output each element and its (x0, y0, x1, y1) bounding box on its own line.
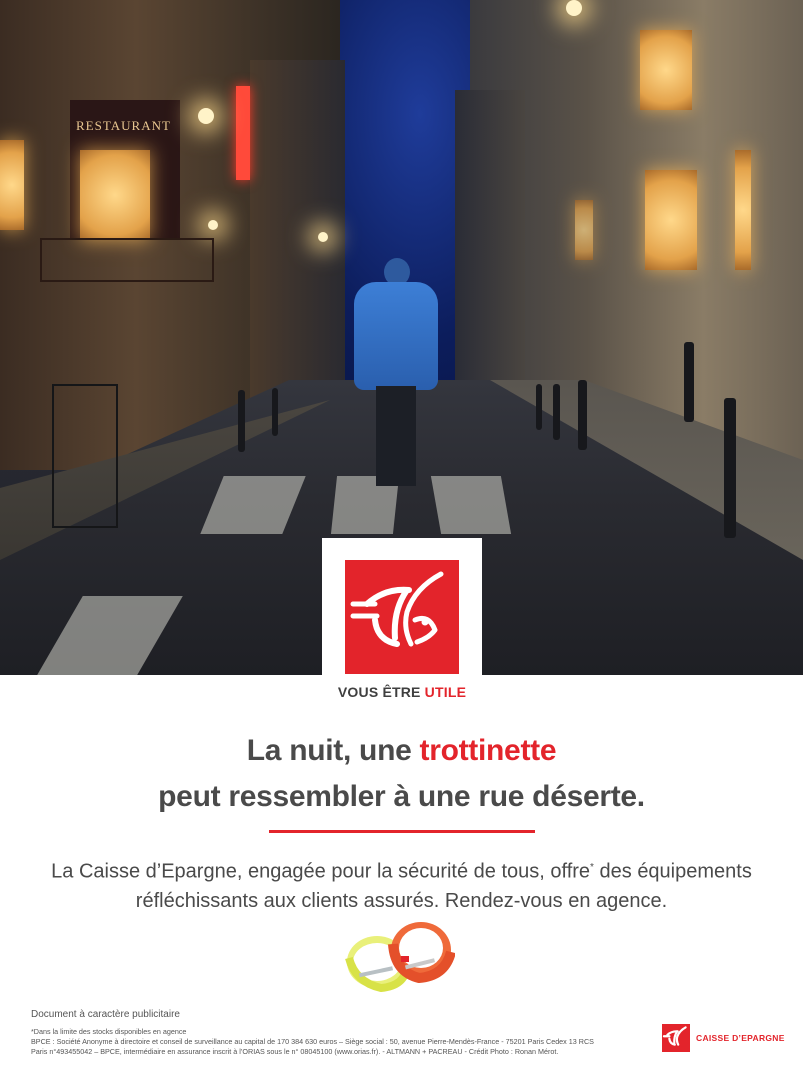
scooter-rider (352, 258, 438, 498)
document-note: Document à caractère publicitaire (31, 1009, 180, 1020)
body-line-1-part-1: La Caisse d’Epargne, engagée pour la séc… (51, 860, 591, 883)
body-line-2: réfléchissants aux clients assurés. Rend… (135, 889, 668, 912)
lit-window (735, 150, 751, 270)
lit-window (575, 200, 593, 260)
brand-tagline: VOUS ÊTRE UTILE (322, 684, 482, 700)
bollard (536, 384, 542, 430)
restaurant-window (0, 140, 24, 230)
headline-line-1-prefix: La nuit, une (246, 734, 420, 767)
tagline-prefix: VOUS ÊTRE (337, 684, 425, 700)
crosswalk-stripe (430, 476, 512, 534)
restaurant-sign: RESTAURANT (76, 118, 171, 133)
railing (52, 384, 118, 528)
headline-accent-word: trottinette (419, 734, 557, 767)
bollard (238, 390, 245, 452)
bollard (578, 380, 587, 450)
brand-signature: CAISSE D’EPARGNE (662, 1024, 790, 1054)
street-lamp (198, 108, 214, 124)
rider-jacket (354, 282, 438, 390)
reflective-armbands-image (345, 918, 456, 1000)
left-building-far (250, 60, 345, 420)
body-text: La Caisse d’Epargne, engagée pour la séc… (20, 853, 783, 916)
street-lamp (208, 220, 218, 230)
tagline-accent: UTILE (424, 684, 467, 700)
bollard (684, 342, 694, 422)
bollard (272, 388, 278, 436)
legal-line: *Dans la limite des stocks disponibles e… (31, 1027, 187, 1036)
squirrel-logo-icon (662, 1024, 690, 1052)
brand-name: CAISSE D’EPARGNE (696, 1033, 785, 1043)
legal-line: BPCE : Société Anonyme à directoire et c… (31, 1037, 594, 1046)
bollard (724, 398, 736, 538)
balcony-railing (40, 238, 214, 282)
body-line-1-part-2: des équipements (593, 860, 752, 883)
street-lamp (318, 232, 328, 242)
lit-window (640, 30, 692, 110)
street-lamp (566, 0, 582, 16)
bollard (553, 384, 560, 440)
squirrel-logo-icon (345, 560, 459, 674)
restaurant-window (80, 150, 150, 240)
headline-line-2: peut ressembler à une rue déserte. (158, 780, 645, 813)
legal-line: Paris n°493455042 – BPCE, intermédiaire … (31, 1047, 559, 1056)
headline: La nuit, une trottinette peut ressembler… (40, 728, 763, 820)
headline-line-1: La nuit, une trottinette (40, 728, 763, 774)
divider-rule (269, 830, 535, 833)
body-line-1: La Caisse d’Epargne, engagée pour la séc… (20, 853, 783, 887)
neon-sign (236, 86, 250, 180)
lit-window (645, 170, 697, 270)
logo-panel (322, 538, 482, 700)
right-building-far (455, 90, 525, 400)
legal-notice: *Dans la limite des stocks disponibles e… (31, 1027, 651, 1057)
rider-legs (376, 386, 416, 486)
